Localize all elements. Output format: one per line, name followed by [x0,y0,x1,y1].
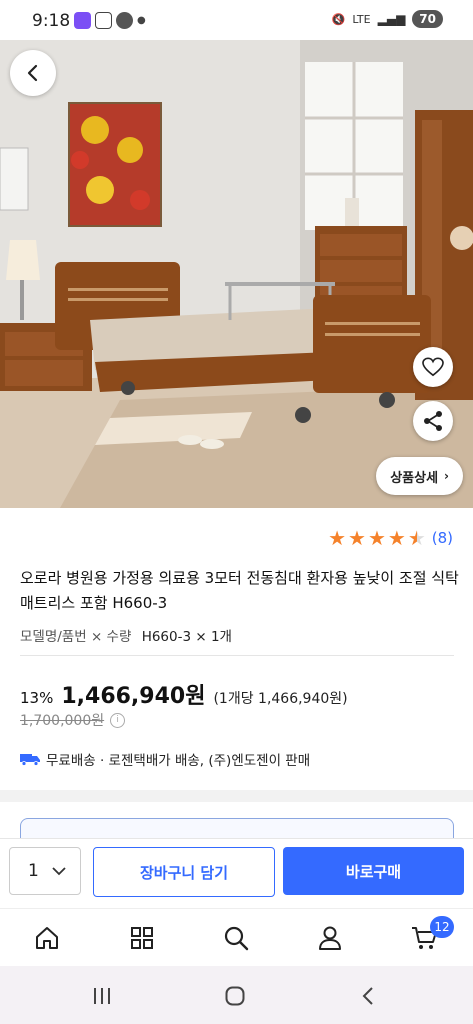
signal-icon: ▂▄▆ [377,12,406,26]
recent-apps-icon [94,988,110,1004]
wishlist-button[interactable] [413,347,453,387]
app-notification-icon [74,12,91,29]
tab-category[interactable] [127,923,157,953]
star-full-icon: ★ [348,526,366,550]
back-nav-icon [362,987,373,1005]
system-nav-bar [0,966,473,1024]
rating[interactable]: ★ ★ ★ ★ ★ (8) [328,528,453,548]
home-nav-icon [225,986,245,1006]
product-detail-button[interactable]: 상품상세 › [376,457,463,495]
notification-icons: ● [74,12,146,29]
network-type: LTE [352,12,371,26]
back-arrow-icon [27,64,38,82]
shipping-text: 무료배송 · 로젠택배가 배송, (주)엔도젠이 판매 [46,753,311,769]
model-value: H660-3 × 1개 [141,629,232,645]
bottom-tab-bar [0,908,473,967]
original-price: 1,700,000원 [20,713,105,729]
cart-count-badge: 12 [430,916,454,938]
star-full-icon: ★ [387,526,406,550]
lock-notification-icon [95,12,112,29]
sale-price: 1,466,940원 [61,684,206,709]
unit-price: (1개당 1,466,940원) [213,691,348,707]
product-image[interactable] [0,40,473,508]
star-half-icon: ★ [407,526,426,550]
bedroom-illustration [0,40,473,508]
original-price-row: 1,700,000원 i [20,710,126,730]
rating-count[interactable]: (8) [432,529,453,547]
star-full-icon: ★ [367,526,386,550]
price-row: 13% 1,466,940원 (1개당 1,466,940원) [20,678,348,710]
info-icon[interactable]: i [110,712,126,728]
search-icon [224,926,249,951]
add-to-cart-button[interactable]: 장바구니 담기 [93,847,275,897]
share-icon [424,411,442,431]
divider [20,655,454,656]
purchase-bar: 1 장바구니 담기 바로구매 [0,838,473,909]
more-dot-icon: ● [137,15,146,26]
mute-icon: 🔇 [331,12,346,26]
back-button[interactable] [10,50,56,96]
product-detail-label: 상품상세 [390,470,439,486]
chevron-down-icon [52,866,66,875]
chevron-right-icon: › [444,469,449,483]
home-icon [36,927,58,949]
tab-search[interactable] [221,923,251,953]
shipping-info: 무료배송 · 로젠택배가 배송, (주)엔도젠이 판매 [20,749,310,769]
quantity-value: 1 [28,861,39,881]
tab-my-account[interactable] [315,923,345,953]
status-bar: 9:18 ● 🔇 LTE ▂▄▆ 70 [0,0,473,40]
quantity-select[interactable]: 1 [9,847,81,895]
model-row: 모델명/품번 × 수량 H660-3 × 1개 [20,625,232,645]
tab-home[interactable] [32,923,62,953]
buy-now-button[interactable]: 바로구매 [283,847,464,895]
user-icon [319,926,341,950]
truck-icon [20,754,40,766]
home-nav-button[interactable] [223,984,247,1008]
share-button[interactable] [413,401,453,441]
section-separator [0,790,473,802]
discount-rate: 13% [20,689,54,707]
category-icon [131,927,153,949]
recent-apps-button[interactable] [90,984,114,1008]
model-label: 모델명/품번 × 수량 [20,629,132,645]
star-full-icon: ★ [328,526,346,550]
heart-icon [422,357,444,377]
chat-notification-icon [116,12,133,29]
product-title: 오로라 병원용 가정용 의료용 3모터 전동침대 환자용 높낮이 조절 식탁 매… [20,569,459,612]
status-right: 🔇 LTE ▂▄▆ 70 [332,10,443,28]
battery-indicator: 70 [412,10,443,28]
back-nav-button[interactable] [356,984,380,1008]
status-time: 9:18 [32,11,71,31]
